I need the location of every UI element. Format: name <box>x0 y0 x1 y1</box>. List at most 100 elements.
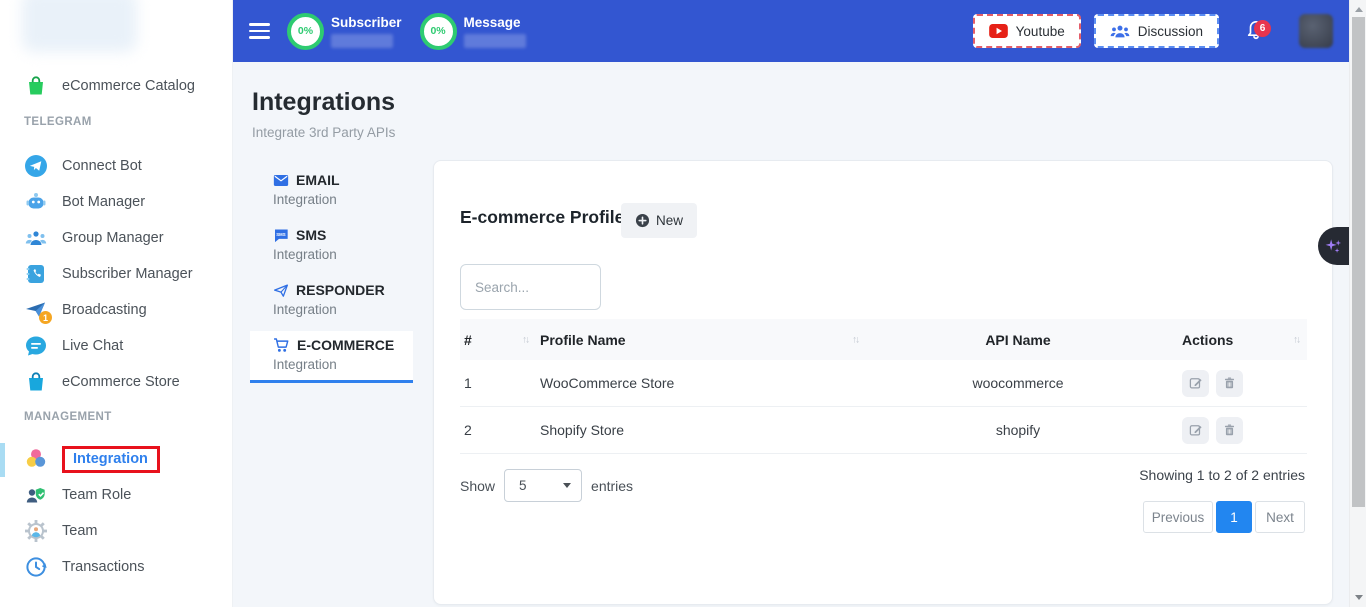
send-plane-icon <box>273 283 289 298</box>
new-button-label: New <box>656 213 683 228</box>
edit-button[interactable] <box>1182 417 1209 444</box>
youtube-button[interactable]: Youtube <box>973 14 1081 48</box>
broadcasting-badge: 1 <box>39 311 52 324</box>
gear-person-icon <box>24 519 48 543</box>
sidebar-item-label: Bot Manager <box>62 194 145 210</box>
entries-label: entries <box>591 478 633 494</box>
message-metric-label: Message <box>464 15 526 30</box>
app-logo <box>22 0 137 52</box>
person-shield-icon <box>24 483 48 507</box>
discussion-button[interactable]: Discussion <box>1094 14 1219 48</box>
notification-count-badge: 6 <box>1254 20 1271 37</box>
search-input[interactable] <box>460 264 601 310</box>
hamburger-menu-icon[interactable] <box>249 19 270 43</box>
edit-button[interactable] <box>1182 370 1209 397</box>
notifications-button[interactable]: 6 <box>1245 17 1267 46</box>
tab-ecommerce-integration[interactable]: E-COMMERCE Integration <box>250 331 413 383</box>
youtube-button-label: Youtube <box>1016 24 1065 39</box>
sidebar-item-group-manager[interactable]: Group Manager <box>0 220 233 256</box>
shopping-bag-icon <box>24 74 48 98</box>
page-size-select[interactable]: 5 <box>504 469 582 502</box>
chat-bubble-icon <box>24 334 48 358</box>
tab-sublabel: Integration <box>273 357 413 372</box>
integration-circles-icon <box>24 447 48 471</box>
current-page-button[interactable]: 1 <box>1216 501 1252 533</box>
sidebar-item-broadcasting[interactable]: 1 Broadcasting <box>0 292 233 328</box>
youtube-icon <box>989 24 1008 38</box>
integration-tab-list: EMAIL Integration SMS SMS Integration RE… <box>250 166 413 389</box>
tab-email-integration[interactable]: EMAIL Integration <box>250 166 413 215</box>
sidebar-item-label: eCommerce Catalog <box>62 78 195 94</box>
tab-responder-integration[interactable]: RESPONDER Integration <box>250 276 413 325</box>
svg-text:SMS: SMS <box>276 231 285 236</box>
subscriber-metric-label: Subscriber <box>331 15 402 30</box>
page-size-value: 5 <box>519 478 563 493</box>
sidebar-item-subscriber-manager[interactable]: Subscriber Manager <box>0 256 233 292</box>
ai-assistant-button[interactable] <box>1318 227 1349 265</box>
sidebar-section-telegram: TELEGRAM <box>24 116 92 128</box>
tab-sublabel: Integration <box>273 247 413 262</box>
sidebar-item-ecommerce-store[interactable]: eCommerce Store <box>0 364 233 400</box>
sidebar-item-label: Live Chat <box>62 338 123 354</box>
group-people-icon <box>24 226 48 250</box>
sidebar-item-label: eCommerce Store <box>62 374 180 390</box>
cell-api-name: shopify <box>866 422 1166 438</box>
email-icon <box>273 174 289 187</box>
edit-pencil-icon <box>1189 376 1203 390</box>
sidebar-item-team-role[interactable]: Team Role <box>0 477 233 513</box>
showing-entries-text: Showing 1 to 2 of 2 entries <box>1139 467 1305 483</box>
broadcast-plane-icon: 1 <box>24 298 48 322</box>
panel-title: E-commerce Profile <box>460 207 624 228</box>
sidebar-item-connect-bot[interactable]: Connect Bot <box>0 148 233 184</box>
message-metric: 0% Message <box>420 13 526 50</box>
show-label: Show <box>460 478 495 494</box>
next-page-button[interactable]: Next <box>1255 501 1305 533</box>
sort-icon[interactable]: ↑↓ <box>1293 334 1299 345</box>
scrollbar-thumb[interactable] <box>1352 17 1365 507</box>
sort-icon[interactable]: ↑↓ <box>522 334 528 345</box>
message-metric-redacted-value <box>464 34 526 48</box>
robot-icon <box>24 190 48 214</box>
sidebar-item-live-chat[interactable]: Live Chat <box>0 328 233 364</box>
user-avatar[interactable] <box>1299 14 1333 48</box>
sidebar-item-bot-manager[interactable]: Bot Manager <box>0 184 233 220</box>
discussion-button-label: Discussion <box>1138 24 1203 39</box>
page-scrollbar[interactable] <box>1349 0 1366 607</box>
col-header-num[interactable]: #↑↓ <box>460 332 536 348</box>
sidebar-item-transactions[interactable]: Transactions <box>0 549 233 585</box>
scroll-up-arrow[interactable] <box>1355 7 1363 12</box>
delete-button[interactable] <box>1216 417 1243 444</box>
delete-button[interactable] <box>1216 370 1243 397</box>
contact-book-icon <box>24 262 48 286</box>
tab-sublabel: Integration <box>273 192 413 207</box>
sidebar-item-team[interactable]: Team <box>0 513 233 549</box>
sidebar-item-label: Subscriber Manager <box>62 266 193 282</box>
users-icon <box>1110 24 1130 39</box>
new-profile-button[interactable]: New <box>621 203 697 238</box>
cell-profile-name: WooCommerce Store <box>536 375 866 391</box>
transactions-clock-icon <box>24 555 48 579</box>
scroll-down-arrow[interactable] <box>1355 595 1363 600</box>
sidebar-item-ecommerce-catalog[interactable]: eCommerce Catalog <box>0 68 233 104</box>
tab-sms-integration[interactable]: SMS SMS Integration <box>250 221 413 270</box>
col-header-profile-name[interactable]: Profile Name↑↓ <box>536 332 866 348</box>
col-header-actions[interactable]: Actions↑↓ <box>1166 332 1307 348</box>
edit-pencil-icon <box>1189 423 1203 437</box>
cell-num: 2 <box>460 422 536 438</box>
tab-label: EMAIL <box>296 172 340 188</box>
cart-icon <box>273 337 290 353</box>
previous-page-button[interactable]: Previous <box>1143 501 1213 533</box>
cell-num: 1 <box>460 375 536 391</box>
col-header-api-name[interactable]: API Name <box>866 332 1166 348</box>
sidebar-item-integration[interactable]: Integration <box>0 441 233 477</box>
plus-circle-icon <box>635 213 650 228</box>
sort-icon[interactable]: ↑↓ <box>852 334 858 345</box>
telegram-plane-icon <box>24 154 48 178</box>
pagination: Previous 1 Next <box>1143 501 1305 533</box>
tab-label: E-COMMERCE <box>297 337 394 353</box>
tab-sublabel: Integration <box>273 302 413 317</box>
subscriber-progress-ring: 0% <box>287 13 324 50</box>
sidebar: eCommerce Catalog TELEGRAM Connect Bot B… <box>0 0 233 607</box>
cell-profile-name: Shopify Store <box>536 422 866 438</box>
sparkles-icon <box>1324 237 1343 256</box>
